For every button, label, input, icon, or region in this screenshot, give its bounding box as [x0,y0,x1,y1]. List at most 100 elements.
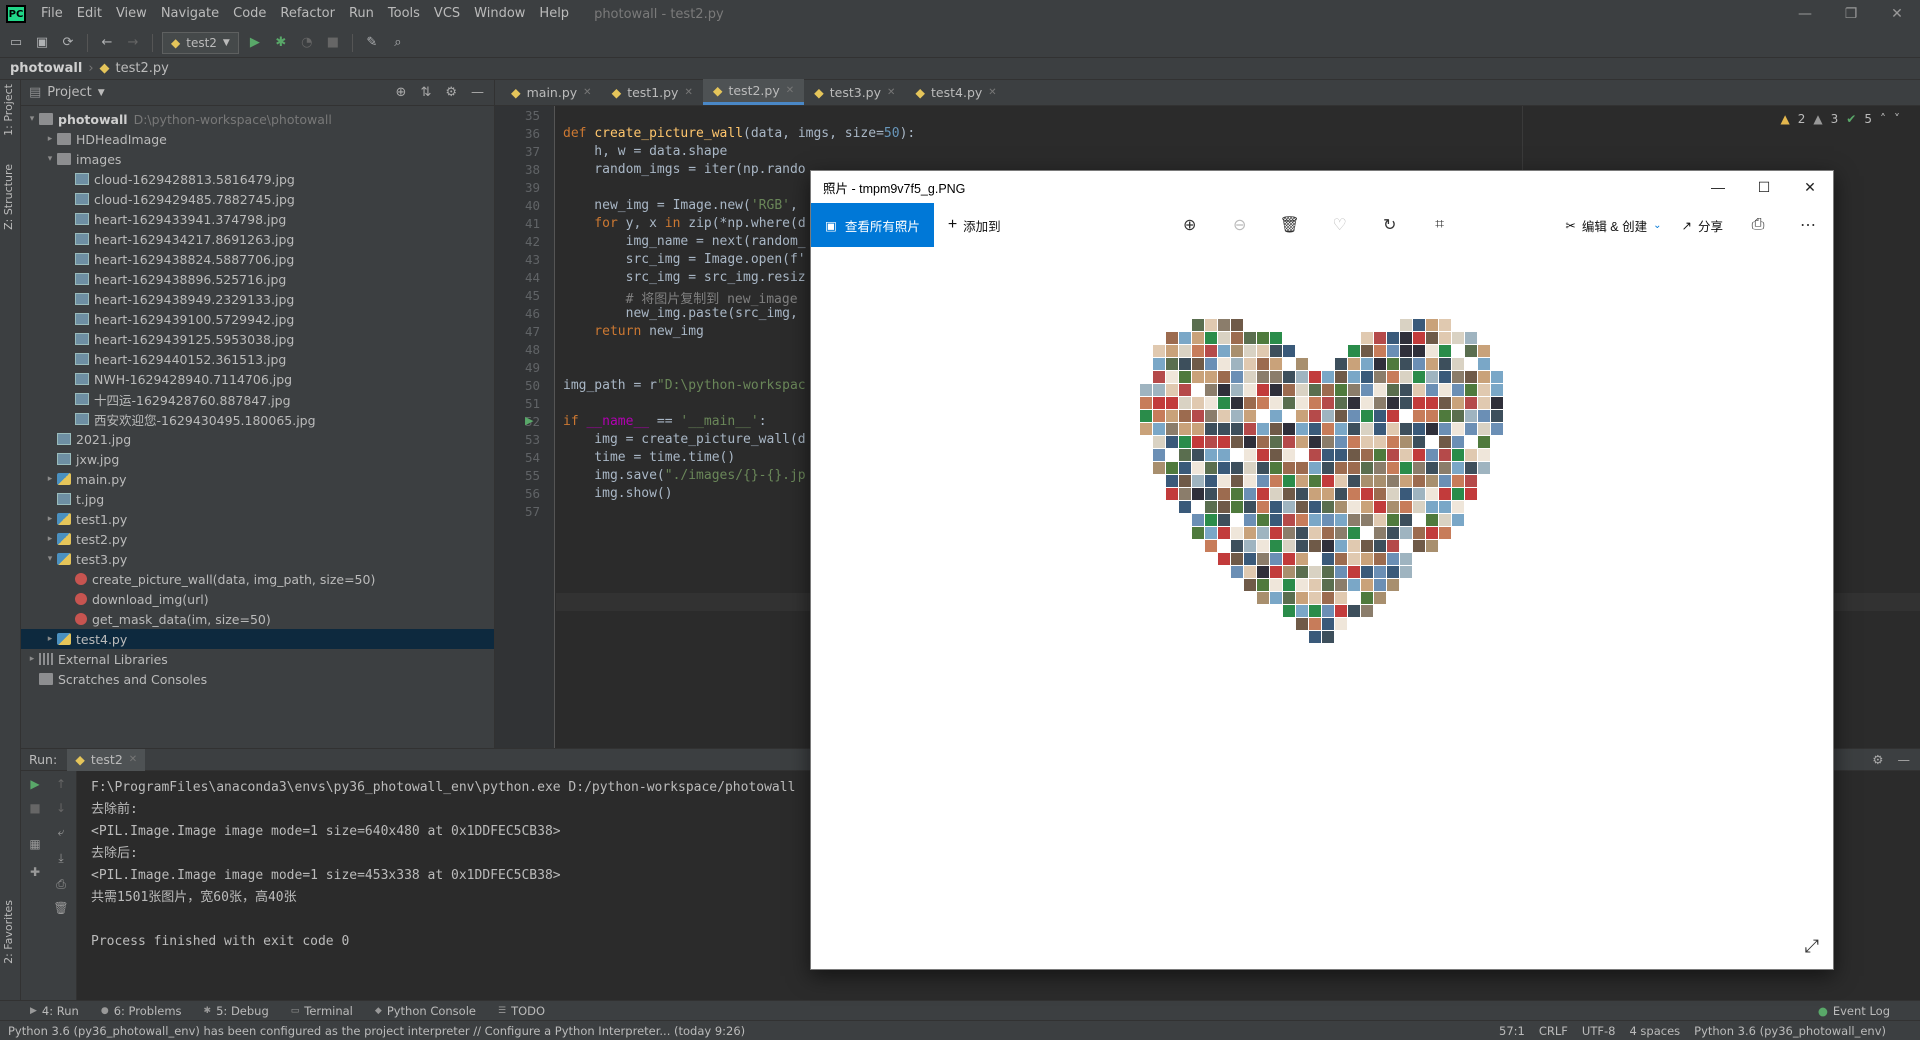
gear-icon[interactable]: ⚙ [445,85,457,100]
favorites-tool-tab[interactable]: 2: Favorites [2,900,15,964]
tree-item[interactable]: heart-1629438949.2329133.jpg [21,289,494,309]
run-gutter-icon[interactable]: ▶ [525,414,533,427]
tree-item[interactable]: 西安欢迎您-1629430495.180065.jpg [21,409,494,429]
close-icon[interactable]: ✕ [988,87,996,98]
tree-item[interactable]: jxw.jpg [21,449,494,469]
tree-item[interactable]: NWH-1629428940.7114706.jpg [21,369,494,389]
wrench-icon[interactable]: ✎ [362,33,382,53]
status-message[interactable]: Python 3.6 (py36_photowall_env) has been… [8,1024,745,1038]
rerun-icon[interactable]: ▶ [25,777,45,791]
event-log-tab[interactable]: ● Event Log [1818,1004,1920,1018]
menu-run[interactable]: Run [342,0,381,28]
tree-item[interactable]: ▸ test2.py [21,529,494,549]
back-icon[interactable]: ← [97,33,117,53]
tab-main-py[interactable]: ◆ main.py ✕ [501,79,602,105]
collapse-all-icon[interactable]: ⇅ [420,85,431,100]
share-button[interactable]: ↗ 分享 [1672,216,1734,235]
indent-setting[interactable]: 4 spaces [1629,1024,1680,1038]
close-icon[interactable]: ✕ [684,87,692,98]
sync-icon[interactable]: ⟳ [58,33,78,53]
save-icon[interactable]: ▣ [32,33,52,53]
tree-item[interactable]: heart-1629438824.5887706.jpg [21,249,494,269]
tree-item[interactable]: download_img(url) [21,589,494,609]
coverage-icon[interactable]: ◔ [297,33,317,53]
chevron-right-icon[interactable]: ▸ [43,514,57,524]
close-icon[interactable]: ✕ [887,87,895,98]
print-icon[interactable]: ⎙ [1733,216,1783,234]
menu-file[interactable]: File [34,0,70,28]
tree-item[interactable]: heart-1629434217.8691263.jpg [21,229,494,249]
tree-item[interactable]: t.jpg [21,489,494,509]
tree-item[interactable]: cloud-1629428813.5816479.jpg [21,169,494,189]
layout-icon[interactable]: ▦ [25,837,45,851]
tree-item[interactable]: cloud-1629429485.7882745.jpg [21,189,494,209]
console-output[interactable]: F:\ProgramFiles\anaconda3\envs\py36_phot… [91,777,795,953]
menu-vcs[interactable]: VCS [427,0,467,28]
chevron-right-icon[interactable]: ▸ [25,654,39,664]
favorite-heart-icon[interactable]: ♡ [1315,215,1365,235]
caret-position[interactable]: 57:1 [1499,1024,1525,1038]
tree-item[interactable]: heart-1629439100.5729942.jpg [21,309,494,329]
chevron-right-icon[interactable]: ▸ [43,534,57,544]
bottom-tab-5[interactable]: ☰ TODO [498,1004,545,1018]
chevron-down-icon[interactable]: ˅ [1894,112,1900,126]
minimize-icon[interactable]: — [1782,0,1828,28]
soft-wrap-icon[interactable]: ⤶ [51,825,71,840]
close-icon[interactable]: ✕ [583,87,591,98]
restore-icon[interactable]: ❐ [1828,0,1874,28]
tree-item[interactable]: 2021.jpg [21,429,494,449]
inspection-widget[interactable]: ▲ 2 ▲ 3 ✔ 5 ˄ ˅ [1781,112,1900,126]
hide-panel-icon[interactable]: — [471,85,484,100]
project-view-select[interactable]: Project [47,85,91,100]
debug-icon[interactable]: ✱ [271,33,291,53]
menu-navigate[interactable]: Navigate [154,0,226,28]
down-arrow-icon[interactable]: ↓ [51,801,71,815]
interpreter-setting[interactable]: Python 3.6 (py36_photowall_env) [1694,1024,1886,1038]
hide-panel-icon[interactable]: — [1898,752,1911,767]
scroll-end-icon[interactable]: ⤓ [51,851,71,866]
close-icon[interactable]: ✕ [1787,171,1833,203]
menu-view[interactable]: View [109,0,154,28]
tree-item[interactable]: heart-1629433941.374798.jpg [21,209,494,229]
chevron-down-icon[interactable]: ▼ [98,88,105,98]
menu-tools[interactable]: Tools [381,0,427,28]
tree-item[interactable]: create_picture_wall(data, img_path, size… [21,569,494,589]
tree-item[interactable]: ▾ test3.py [21,549,494,569]
delete-icon[interactable]: 🗑 [1265,215,1315,235]
tab-test1-py[interactable]: ◆ test1.py ✕ [602,79,703,105]
chevron-right-icon[interactable]: ▸ [43,634,57,644]
tree-item[interactable]: heart-1629439125.5953038.jpg [21,329,494,349]
minimize-icon[interactable]: — [1695,171,1741,203]
locate-icon[interactable]: ⊕ [396,85,407,100]
stop-icon[interactable]: ■ [323,33,343,53]
tree-item[interactable]: 十四运-1629428760.887847.jpg [21,389,494,409]
zoom-out-icon[interactable]: ⊖ [1215,215,1265,235]
tree-item[interactable]: ▾ images [21,149,494,169]
line-separator[interactable]: CRLF [1539,1024,1568,1038]
bottom-tab-4[interactable]: ◆ Python Console [375,1004,476,1018]
run-icon[interactable]: ▶ [245,33,265,53]
crop-icon[interactable]: ⌗ [1415,216,1465,234]
more-options-icon[interactable]: ⋯ [1783,215,1833,235]
tree-item[interactable]: Scratches and Consoles [21,669,494,689]
bottom-tab-3[interactable]: ▭ Terminal [291,1004,353,1018]
pin-icon[interactable]: ✚ [25,865,45,879]
close-icon[interactable]: ✕ [129,754,137,765]
tree-item[interactable]: get_mask_data(im, size=50) [21,609,494,629]
view-all-photos-button[interactable]: ▣ 查看所有照片 [811,203,934,247]
run-configuration-select[interactable]: ◆ test2 ▼ [162,31,239,54]
menu-edit[interactable]: Edit [70,0,109,28]
bottom-tab-0[interactable]: ▶ 4: Run [30,1004,79,1018]
add-to-button[interactable]: + 添加到 [934,216,1015,235]
chevron-down-icon[interactable]: ▾ [25,114,39,124]
edit-create-button[interactable]: ✂ 编辑 & 创建 ⌄ [1555,216,1671,235]
bottom-tab-2[interactable]: ✱ 5: Debug [204,1004,269,1018]
chevron-right-icon[interactable]: ▸ [43,134,57,144]
menu-code[interactable]: Code [226,0,273,28]
tab-test4-py[interactable]: ◆ test4.py ✕ [905,79,1006,105]
breadcrumb-file[interactable]: test2.py [116,61,169,76]
tree-item[interactable]: ▸ test1.py [21,509,494,529]
chevron-down-icon[interactable]: ▾ [43,154,57,164]
chevron-up-icon[interactable]: ˄ [1880,112,1886,126]
gear-icon[interactable]: ⚙ [1872,752,1883,767]
